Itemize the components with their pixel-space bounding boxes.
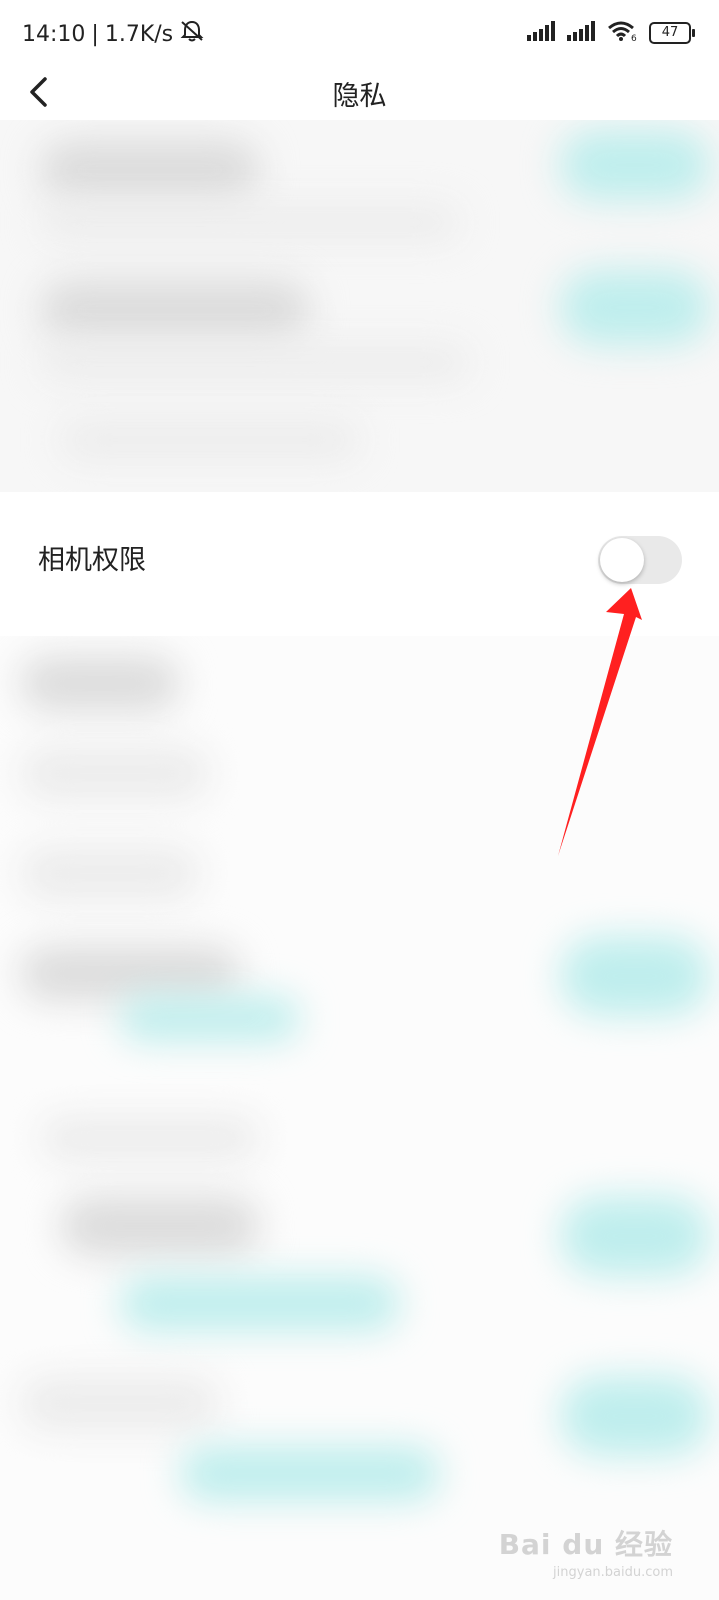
watermark-brand: Bai du 经验 (498, 1528, 673, 1561)
camera-permission-toggle[interactable] (598, 536, 682, 584)
status-left: 14:10 | 1.7K/s (22, 19, 205, 49)
wifi-icon: 6 (607, 20, 639, 46)
watermark-url: jingyan.baidu.com (553, 1565, 673, 1580)
mute-bell-icon (179, 19, 205, 49)
battery-icon: 47 (649, 22, 695, 44)
blurred-settings-bottom (0, 636, 719, 1600)
status-time: 14:10 (22, 21, 86, 47)
blurred-settings-top (0, 120, 719, 492)
svg-text:6: 6 (631, 34, 637, 42)
camera-permission-label: 相机权限 (38, 545, 146, 576)
toggle-knob (600, 538, 644, 582)
status-net-speed: 1.7K/s (104, 21, 174, 47)
page-title: 隐私 (332, 81, 387, 112)
signal-icon (527, 21, 557, 45)
signal-icon (567, 21, 597, 45)
status-separator: | (91, 21, 99, 47)
baidu-watermark: Bai du 经验 jingyan.baidu.com (499, 1523, 673, 1580)
nav-bar: 隐私 (0, 64, 719, 120)
status-bar: 14:10 | 1.7K/s 6 47 (0, 0, 719, 64)
status-right: 6 47 (527, 20, 695, 46)
